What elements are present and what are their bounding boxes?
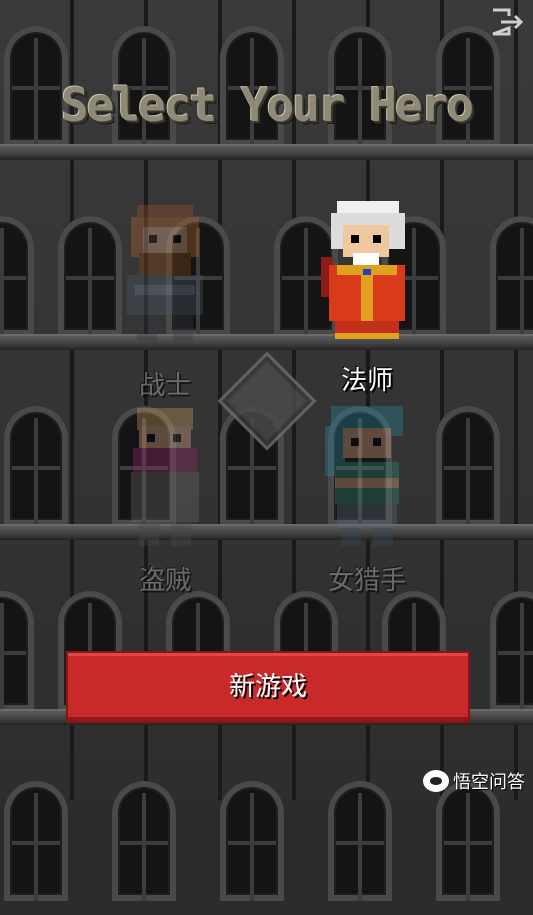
mage-sprite [321,201,405,339]
wall-tier [0,735,533,915]
hero-slot-rogue[interactable]: 盗贼 [90,400,240,600]
watermark: 悟空问答 [423,768,525,794]
hero-slot-huntress[interactable]: 女猎手 [292,400,442,600]
hero-name: 战士 [138,371,191,401]
warrior-sprite [127,205,203,341]
watermark-logo-icon [423,770,449,792]
hero-slot-mage[interactable]: 法师 [292,195,442,396]
page-title: Select Your Hero [60,78,474,132]
rogue-sprite [131,408,199,546]
hero-name: 法师 [340,366,393,396]
hero-slot-warrior[interactable]: 战士 [90,195,240,401]
huntress-sprite [325,406,403,546]
hero-name: 女猎手 [327,566,406,596]
watermark-text: 悟空问答 [453,772,525,793]
wall-tier [0,170,533,350]
new-game-button[interactable]: 新游戏 [66,651,470,723]
hero-name: 盗贼 [138,566,191,596]
exit-icon[interactable] [491,8,525,36]
